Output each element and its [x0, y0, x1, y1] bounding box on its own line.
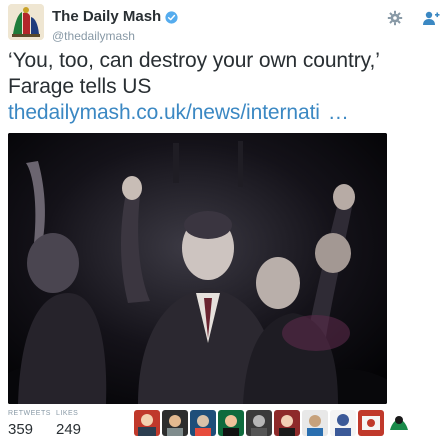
liker-avatar[interactable] — [162, 410, 188, 436]
liker-avatar[interactable] — [330, 410, 356, 436]
retweets-count: 359 — [8, 421, 34, 438]
author-handle[interactable]: @thedailymash — [52, 29, 178, 43]
liker-avatar[interactable] — [358, 410, 384, 436]
avatar-icon — [386, 410, 412, 436]
tweet-link[interactable]: thedailymash.co.uk/news/internati — [8, 101, 320, 124]
liker-avatar[interactable] — [246, 410, 272, 436]
likes-stat[interactable]: LIKES 249 — [56, 410, 81, 438]
follow-button[interactable] — [418, 6, 444, 30]
tweet-stats: RETWEETS 359 LIKES 249 — [8, 410, 440, 440]
avatar-icon — [134, 410, 160, 436]
tweet-author: The Daily Mash @thedailymash — [52, 8, 178, 43]
liker-avatars — [134, 410, 412, 438]
avatar-icon — [190, 410, 216, 436]
likes-count: 249 — [56, 421, 82, 438]
liker-avatar[interactable] — [302, 410, 328, 436]
likes-label: LIKES — [56, 410, 79, 417]
liker-avatar[interactable] — [134, 410, 160, 436]
retweets-stat[interactable]: RETWEETS 359 — [8, 410, 51, 438]
avatar-icon — [246, 410, 272, 436]
avatar-icon — [162, 410, 188, 436]
author-name[interactable]: The Daily Mash — [52, 8, 161, 26]
follow-user-icon — [423, 11, 440, 25]
tweet-ellipsis: … — [327, 101, 349, 124]
tweet-text: ‘You, too, can destroy your own country,… — [8, 48, 444, 126]
tweet-text-line-1: ‘You, too, can destroy your own country,… — [8, 49, 380, 72]
avatar-icon — [302, 410, 328, 436]
avatar-icon — [218, 410, 244, 436]
liker-avatar[interactable] — [274, 410, 300, 436]
tweet-text-line-2: Farage tells US — [8, 75, 152, 98]
gear-icon — [387, 10, 403, 26]
retweets-label: RETWEETS — [8, 410, 51, 417]
tweet-card: The Daily Mash @thedailymash ‘You, too, … — [0, 0, 448, 443]
tweet-photo[interactable] — [8, 133, 387, 404]
daily-mash-logo-icon — [8, 4, 44, 40]
liker-avatar[interactable] — [218, 410, 244, 436]
avatar-icon — [358, 410, 384, 436]
photo-icon — [8, 133, 387, 404]
verified-badge-icon — [165, 10, 178, 24]
author-name-row[interactable]: The Daily Mash — [52, 8, 178, 26]
liker-avatar[interactable] — [386, 410, 412, 436]
avatar-icon — [330, 410, 356, 436]
author-avatar[interactable] — [8, 4, 44, 40]
liker-avatar[interactable] — [190, 410, 216, 436]
settings-button[interactable] — [382, 6, 408, 30]
avatar-icon — [274, 410, 300, 436]
tweet-text-line-3: thedailymash.co.uk/news/internati … — [8, 100, 444, 126]
